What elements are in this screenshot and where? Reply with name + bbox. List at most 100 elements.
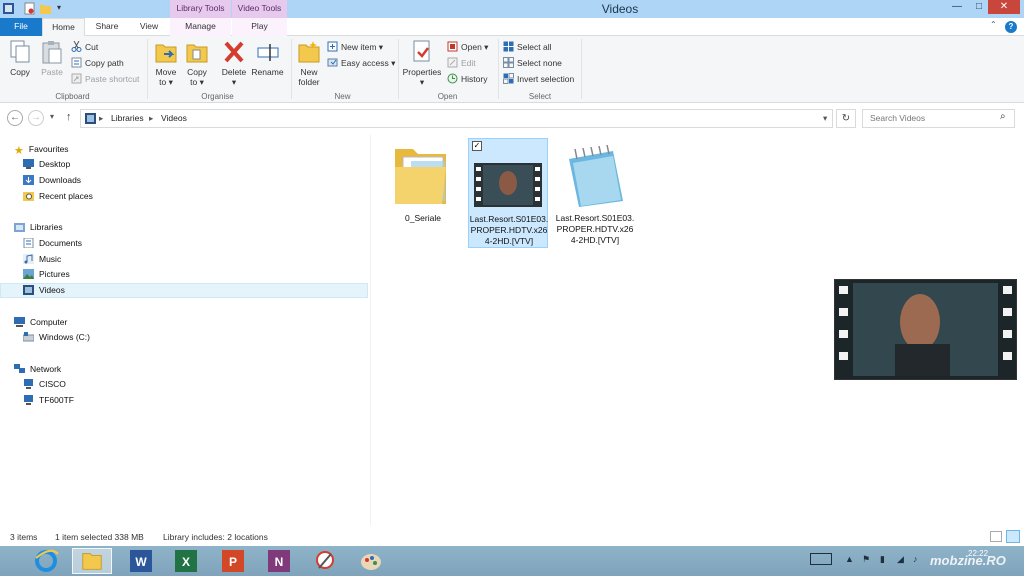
new-folder-qat-icon[interactable] (40, 2, 51, 15)
search-input[interactable]: Search Videos (862, 109, 1015, 128)
delete-icon (224, 41, 244, 63)
action-center-icon[interactable]: ⚑ (862, 554, 870, 565)
drive-icon (23, 332, 34, 342)
watermark-logo: mobzine.RO (930, 553, 1006, 568)
new-folder-button[interactable]: New folder (295, 39, 323, 89)
recent-locations-dropdown[interactable]: ▾ (50, 112, 54, 121)
address-bar[interactable]: ▸ Libraries ▸ Videos ▾ (80, 109, 833, 128)
onenote-icon[interactable]: N (258, 548, 298, 574)
easy-access-icon (327, 58, 338, 67)
organise-group-label: Organise (201, 92, 234, 101)
volume-icon[interactable]: ♪ (913, 554, 918, 564)
snipping-tool-icon[interactable] (305, 548, 345, 574)
paste-button[interactable]: Paste (37, 39, 67, 89)
library-tools-context: Library Tools (170, 0, 231, 18)
nav-recent-places[interactable]: Recent places (23, 189, 93, 204)
wifi-icon[interactable]: ◢ (897, 554, 904, 565)
copy-to-button[interactable]: Copy to ▾ (184, 39, 210, 89)
up-button[interactable]: ↑ (66, 111, 72, 123)
breadcrumb-libraries[interactable]: Libraries (111, 113, 144, 123)
back-button[interactable]: ← (7, 110, 23, 126)
refresh-button[interactable]: ↻ (836, 109, 856, 128)
select-none-button[interactable]: Select none (503, 56, 562, 70)
copy-button[interactable]: Copy (5, 39, 35, 89)
tab-manage[interactable]: Manage (170, 18, 231, 36)
nav-windows-c[interactable]: Windows (C:) (23, 330, 90, 345)
nav-computer-label: Computer (30, 317, 68, 327)
forward-button[interactable]: → (28, 110, 44, 126)
paste-shortcut-button[interactable]: Paste shortcut (71, 72, 139, 86)
tab-home[interactable]: Home (42, 18, 85, 37)
file-item-selected[interactable]: ✓ Last.Resort.S01E03.PROPER.HDTV.x264-2H… (468, 138, 548, 248)
nav-music[interactable]: Music (23, 252, 61, 267)
details-view-icon[interactable] (990, 531, 1002, 542)
copy-path-icon (71, 57, 82, 68)
properties-qat-icon[interactable] (24, 2, 35, 15)
nav-pictures[interactable]: Pictures (23, 267, 70, 282)
invert-selection-button[interactable]: Invert selection (503, 72, 574, 86)
excel-icon[interactable]: X (165, 548, 205, 574)
easy-access-button[interactable]: Easy access ▾ (327, 56, 395, 70)
tab-share[interactable]: Share (86, 18, 128, 36)
nav-network-label: Network (30, 364, 62, 374)
search-icon[interactable]: ⌕ (1000, 111, 1006, 122)
edit-button[interactable]: Edit (447, 56, 476, 70)
file-explorer-icon[interactable] (72, 548, 112, 574)
help-icon[interactable]: ? (1005, 21, 1017, 33)
tab-file[interactable]: File (0, 18, 42, 36)
ie-icon[interactable] (26, 548, 66, 574)
nav-computer[interactable]: Computer (14, 315, 67, 330)
large-icons-view-icon[interactable] (1006, 530, 1020, 543)
move-to-button[interactable]: Move to ▾ (152, 39, 180, 89)
nav-favourites[interactable]: ★ Favourites (14, 142, 69, 157)
nav-network[interactable]: Network (14, 362, 61, 377)
explorer-app-icon[interactable] (3, 2, 14, 15)
nav-videos[interactable]: Videos (23, 283, 65, 298)
tab-view[interactable]: View (130, 18, 168, 36)
nav-libraries[interactable]: Libraries (14, 220, 63, 235)
open-button[interactable]: Open ▾ (447, 40, 488, 54)
delete-label: Delete (221, 67, 247, 77)
tab-play[interactable]: Play (232, 18, 287, 36)
delete-button[interactable]: Delete ▾ (220, 39, 248, 89)
powerpoint-icon[interactable]: P (212, 548, 252, 574)
nav-tf600tf[interactable]: TF600TF (23, 393, 74, 408)
nav-cisco[interactable]: CISCO (23, 377, 66, 392)
new-item-button[interactable]: New item ▾ (327, 40, 383, 54)
address-dropdown-button[interactable]: ▾ (823, 113, 827, 124)
history-button[interactable]: History (447, 72, 487, 86)
file-item[interactable]: 0_Seriale (383, 138, 463, 248)
properties-label: Properties (402, 67, 442, 77)
new-folder-label-2: folder (298, 77, 320, 87)
battery-icon[interactable]: ▮ (880, 554, 885, 565)
nav-cisco-label: CISCO (39, 379, 66, 389)
new-group-label: New (334, 92, 351, 101)
nav-desktop[interactable]: Desktop (23, 157, 70, 172)
close-button[interactable]: ✕ (988, 0, 1020, 14)
select-all-button[interactable]: Select all (503, 40, 552, 54)
selection-checkbox[interactable]: ✓ (472, 141, 482, 151)
nav-downloads[interactable]: Downloads (23, 173, 81, 188)
nav-documents[interactable]: Documents (23, 236, 82, 251)
copy-path-button[interactable]: Copy path (71, 56, 124, 70)
nav-favourites-label: Favourites (28, 144, 69, 154)
qat-dropdown-icon[interactable]: ▾ (57, 3, 61, 12)
nav-music-label: Music (39, 254, 62, 264)
collapse-ribbon-icon[interactable]: ⌃ (990, 20, 997, 29)
keyboard-icon[interactable] (810, 553, 832, 565)
nav-tf600tf-label: TF600TF (39, 395, 74, 405)
file-item[interactable]: Last.Resort.S01E03.PROPER.HDTV.x264-2HD.… (555, 138, 635, 248)
rename-button[interactable]: Rename (251, 39, 284, 89)
svg-text:W: W (135, 555, 147, 569)
word-icon[interactable]: W (120, 548, 160, 574)
ribbon-tabs: File Home Share View Manage Play ⌃ ? (0, 18, 1024, 37)
paint-icon[interactable] (351, 548, 391, 574)
new-item-label: New item ▾ (341, 42, 384, 52)
show-hidden-icons-icon[interactable]: ▲ (845, 554, 854, 564)
copy-to-label: Copy (187, 67, 207, 77)
copy-to-icon (186, 44, 208, 63)
properties-button[interactable]: Properties ▾ (401, 39, 443, 89)
breadcrumb-videos[interactable]: Videos (161, 113, 187, 123)
cut-button[interactable]: Cut (71, 40, 98, 54)
ribbon-separator (581, 39, 582, 99)
